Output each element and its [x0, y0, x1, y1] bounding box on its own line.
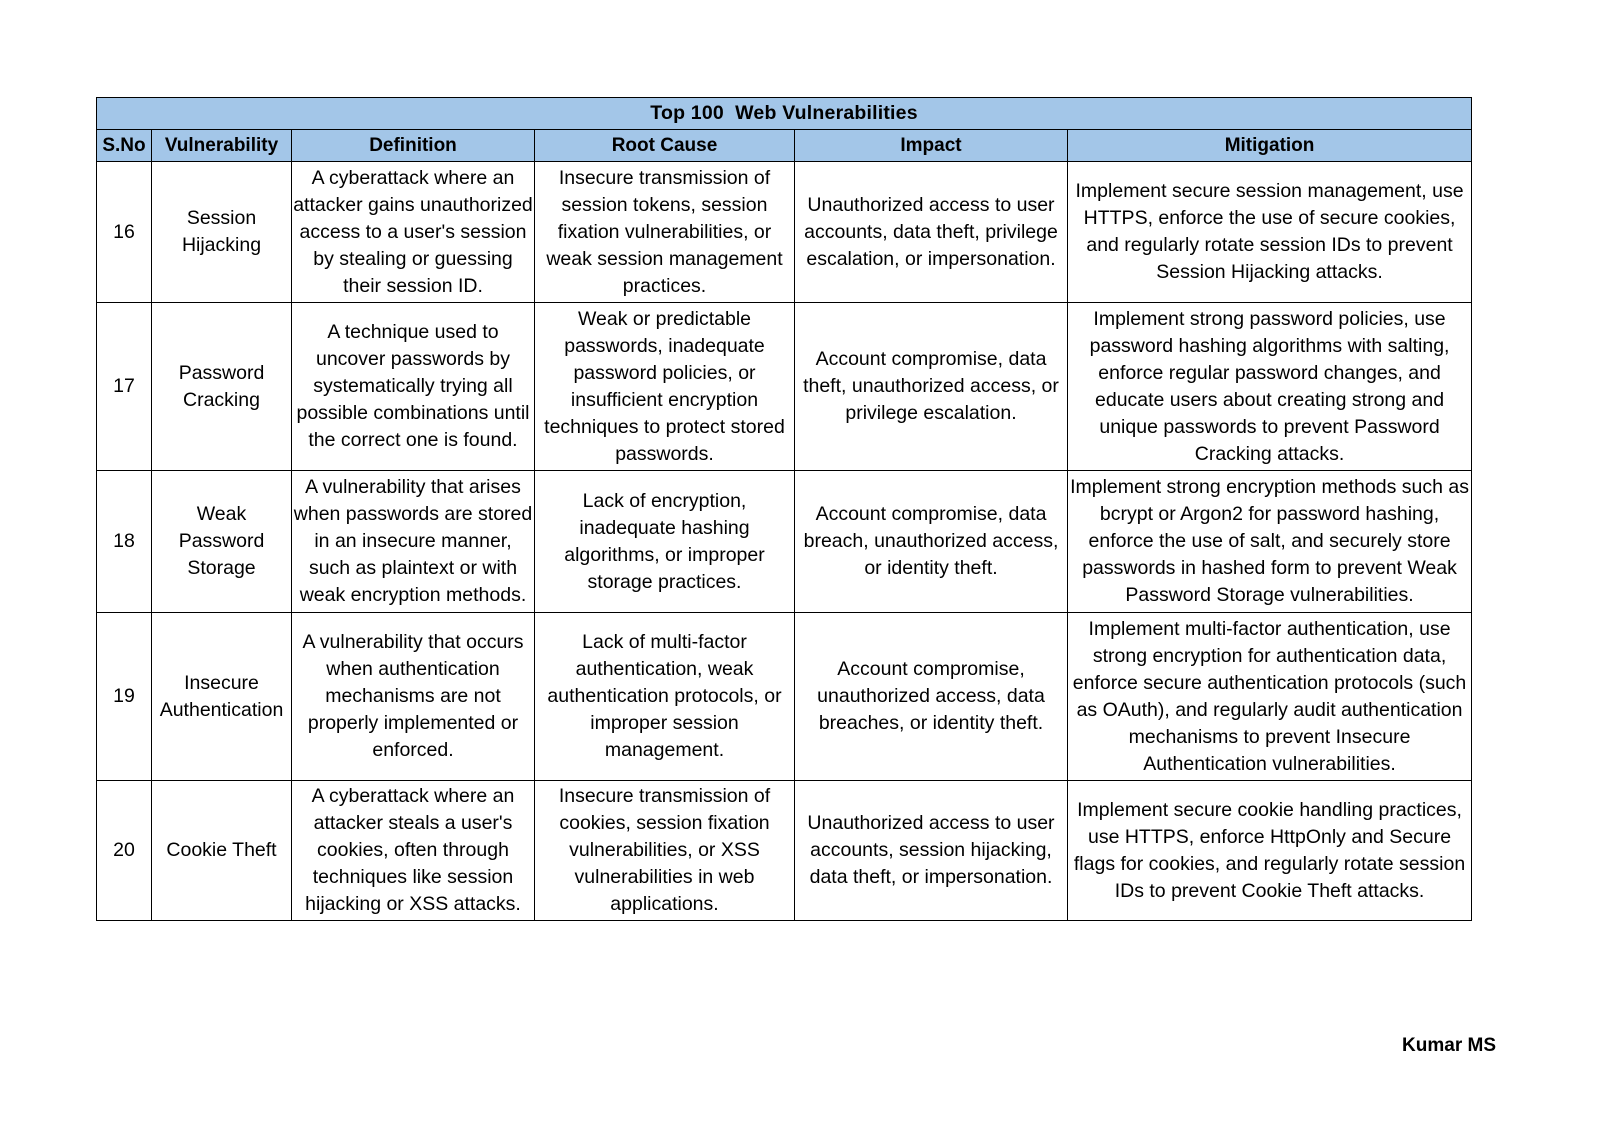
- cell-sno: 18: [96, 470, 152, 613]
- cell-definition: A cyberattack where an attacker steals a…: [291, 780, 535, 921]
- table-header-row: S.No Vulnerability Definition Root Cause…: [96, 129, 1473, 162]
- cell-mitigation: Implement secure cookie handling practic…: [1066, 780, 1473, 921]
- cell-impact: Unauthorized access to user accounts, da…: [794, 161, 1068, 303]
- cell-sno: 16: [96, 161, 152, 303]
- column-header-vulnerability: Vulnerability: [151, 129, 292, 162]
- cell-sno: 17: [96, 302, 152, 471]
- table-row: 18 Weak Password Storage A vulnerability…: [96, 470, 1473, 613]
- cell-impact: Unauthorized access to user accounts, se…: [794, 780, 1068, 921]
- cell-mitigation: Implement strong encryption methods such…: [1066, 470, 1473, 613]
- cell-vulnerability: Cookie Theft: [151, 780, 292, 921]
- cell-vulnerability: Insecure Authentication: [151, 612, 292, 781]
- cell-definition: A technique used to uncover passwords by…: [291, 302, 535, 471]
- cell-impact: Account compromise, unauthorized access,…: [794, 612, 1068, 781]
- cell-root-cause: Insecure transmission of session tokens,…: [534, 161, 795, 303]
- column-header-root-cause: Root Cause: [534, 129, 795, 162]
- table-row: 20 Cookie Theft A cyberattack where an a…: [96, 780, 1473, 921]
- cell-definition: A vulnerability that arises when passwor…: [291, 470, 535, 613]
- cell-mitigation: Implement secure session management, use…: [1066, 161, 1473, 303]
- cell-mitigation: Implement multi-factor authentication, u…: [1066, 612, 1473, 781]
- vulnerabilities-table: Top 100 Web Vulnerabilities S.No Vulnera…: [95, 97, 1473, 921]
- table-title-row: Top 100 Web Vulnerabilities: [95, 97, 1473, 130]
- cell-root-cause: Lack of encryption, inadequate hashing a…: [534, 470, 795, 613]
- cell-vulnerability: Weak Password Storage: [151, 470, 292, 613]
- cell-root-cause: Weak or predictable passwords, inadequat…: [534, 302, 795, 471]
- page-footer-author: Kumar MS: [1402, 1035, 1496, 1056]
- vulnerabilities-table-container: Top 100 Web Vulnerabilities S.No Vulnera…: [95, 97, 1473, 921]
- cell-vulnerability: Password Cracking: [151, 302, 292, 471]
- column-header-definition: Definition: [291, 129, 535, 162]
- document-page: Top 100 Web Vulnerabilities S.No Vulnera…: [0, 0, 1600, 1130]
- table-title: Top 100 Web Vulnerabilities: [95, 97, 1473, 130]
- cell-sno: 19: [96, 612, 152, 781]
- cell-root-cause: Insecure transmission of cookies, sessio…: [534, 780, 795, 921]
- cell-impact: Account compromise, data theft, unauthor…: [794, 302, 1068, 471]
- cell-definition: A vulnerability that occurs when authent…: [291, 612, 535, 781]
- column-header-mitigation: Mitigation: [1066, 129, 1473, 162]
- cell-mitigation: Implement strong password policies, use …: [1066, 302, 1473, 471]
- column-header-sno: S.No: [96, 129, 152, 162]
- cell-vulnerability: Session Hijacking: [151, 161, 292, 303]
- cell-definition: A cyberattack where an attacker gains un…: [291, 161, 535, 303]
- table-row: 19 Insecure Authentication A vulnerabili…: [96, 612, 1473, 781]
- cell-sno: 20: [96, 780, 152, 921]
- column-header-impact: Impact: [794, 129, 1068, 162]
- table-row: 17 Password Cracking A technique used to…: [96, 302, 1473, 471]
- cell-impact: Account compromise, data breach, unautho…: [794, 470, 1068, 613]
- cell-root-cause: Lack of multi-factor authentication, wea…: [534, 612, 795, 781]
- table-row: 16 Session Hijacking A cyberattack where…: [96, 161, 1473, 303]
